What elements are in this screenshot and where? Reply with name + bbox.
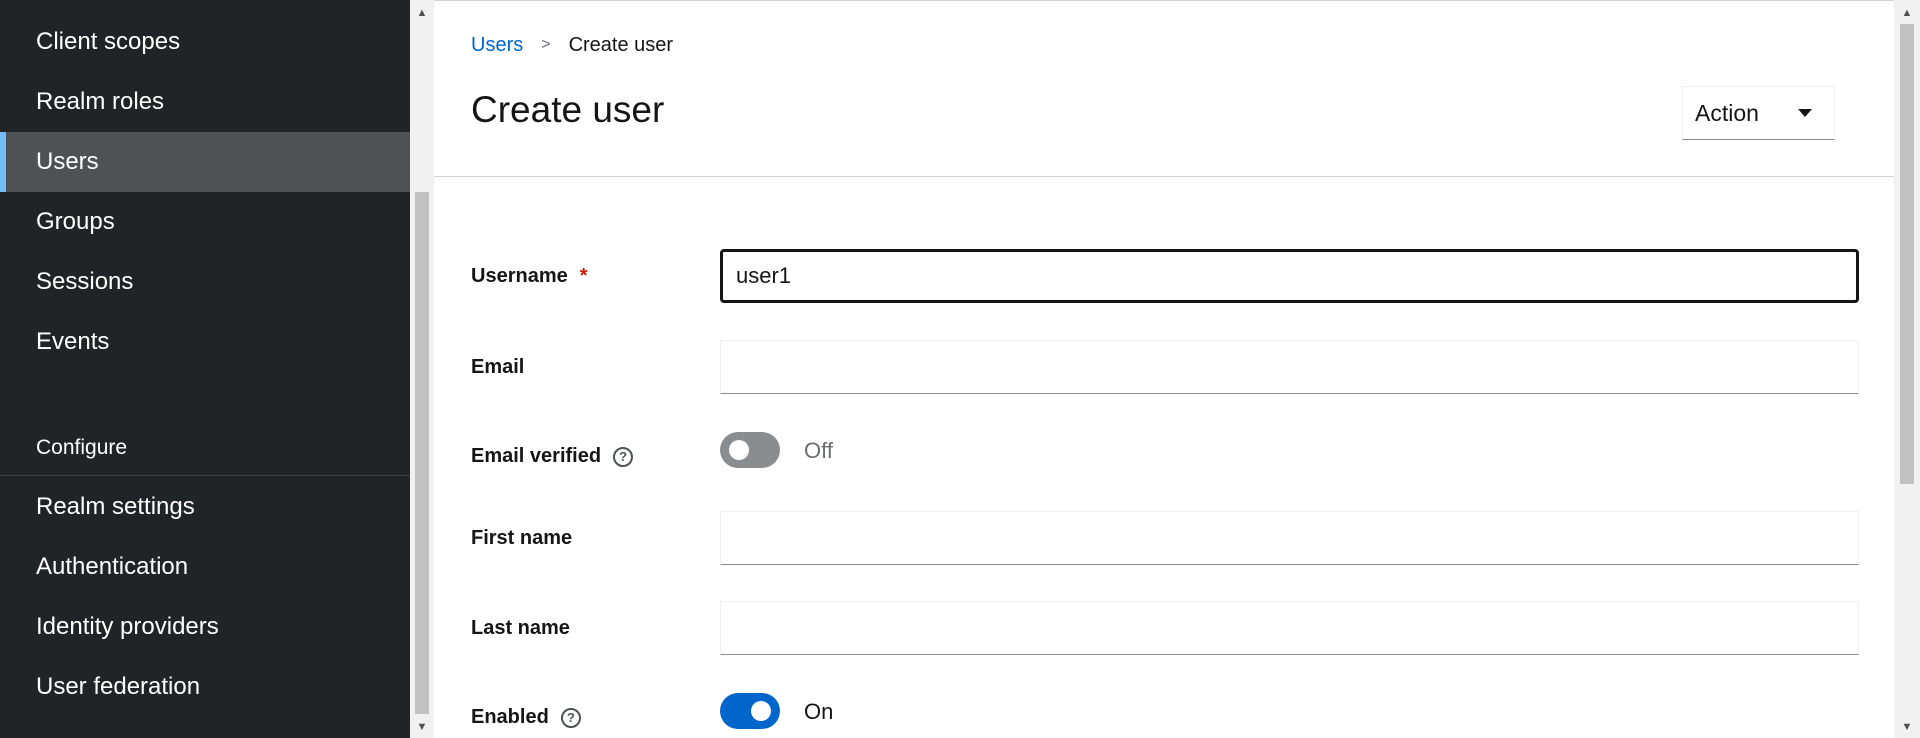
main-scrollbar-thumb[interactable]: [1900, 24, 1914, 484]
sidebar-item-authentication[interactable]: Authentication: [0, 537, 410, 597]
sidebar-item-realm-roles[interactable]: Realm roles: [0, 72, 410, 132]
enabled-label-text: Enabled: [471, 706, 549, 728]
sidebar-item-users[interactable]: Users: [0, 132, 410, 192]
sidebar-item-realm-settings[interactable]: Realm settings: [0, 477, 410, 537]
sidebar-scrollbar[interactable]: ▲ ▼: [410, 0, 434, 738]
scroll-up-arrow-icon[interactable]: ▲: [1894, 2, 1920, 24]
sidebar-item-user-federation[interactable]: User federation: [0, 657, 410, 717]
app-root: Client scopes Realm roles Users Groups S…: [0, 0, 1920, 738]
main-content: Users > Create user Create user Action U…: [434, 0, 1894, 738]
email-verified-label-text: Email verified: [471, 445, 602, 467]
action-dropdown-label: Action: [1695, 99, 1759, 126]
email-input[interactable]: [720, 340, 1859, 394]
sidebar-section-configure: Configure: [0, 420, 410, 476]
sidebar-scrollbar-thumb[interactable]: [415, 192, 429, 714]
email-verified-label: Email verified ?: [471, 445, 634, 468]
main-scrollbar[interactable]: ▲ ▼: [1894, 0, 1920, 738]
enabled-state: On: [804, 699, 834, 724]
scroll-down-arrow-icon[interactable]: ▼: [1894, 716, 1920, 738]
email-verified-state: Off: [804, 438, 833, 463]
first-name-input[interactable]: [720, 511, 1859, 565]
action-dropdown-button[interactable]: Action: [1682, 86, 1835, 140]
first-name-label: First name: [471, 527, 572, 550]
help-icon[interactable]: ?: [613, 446, 634, 467]
toggle-knob: [751, 701, 771, 721]
last-name-label-text: Last name: [471, 617, 570, 639]
required-marker: *: [579, 265, 588, 287]
toggle-knob: [729, 440, 749, 460]
sidebar-item-events[interactable]: Events: [0, 312, 410, 372]
email-verified-toggle[interactable]: [720, 432, 780, 468]
enabled-label: Enabled ?: [471, 706, 581, 729]
last-name-input[interactable]: [720, 601, 1859, 655]
sidebar-item-identity-providers[interactable]: Identity providers: [0, 597, 410, 657]
username-label-text: Username: [471, 265, 568, 287]
last-name-label: Last name: [471, 617, 570, 640]
breadcrumb: Users > Create user: [471, 31, 673, 59]
scroll-up-arrow-icon[interactable]: ▲: [410, 2, 434, 24]
scroll-down-arrow-icon[interactable]: ▼: [410, 716, 434, 738]
enabled-toggle[interactable]: [720, 693, 780, 729]
username-label: Username *: [471, 265, 588, 288]
header-divider: [434, 176, 1894, 177]
email-label: Email: [471, 356, 524, 379]
sidebar-item-groups[interactable]: Groups: [0, 192, 410, 252]
sidebar-item-client-scopes[interactable]: Client scopes: [0, 12, 410, 72]
username-input[interactable]: [720, 249, 1859, 303]
caret-down-icon: [1798, 109, 1812, 117]
email-label-text: Email: [471, 356, 525, 378]
breadcrumb-current: Create user: [568, 33, 674, 56]
sidebar-item-sessions[interactable]: Sessions: [0, 252, 410, 312]
breadcrumb-users-link[interactable]: Users: [471, 34, 523, 57]
page-title: Create user: [471, 89, 665, 130]
sidebar-nav: Client scopes Realm roles Users Groups S…: [0, 0, 410, 738]
chevron-right-icon: >: [541, 36, 551, 53]
help-icon[interactable]: ?: [560, 707, 581, 728]
first-name-label-text: First name: [471, 527, 573, 549]
